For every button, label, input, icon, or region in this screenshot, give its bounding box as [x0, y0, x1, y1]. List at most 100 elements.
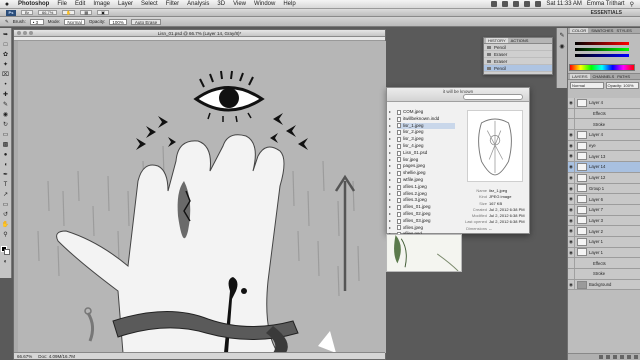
- visibility-eye-icon[interactable]: [568, 119, 575, 130]
- disclosure-triangle-icon[interactable]: ▸: [389, 211, 392, 217]
- path-select-tool-icon[interactable]: ↗: [2, 192, 10, 199]
- 3d-rotate-tool-icon[interactable]: ↺: [2, 212, 10, 219]
- file-row[interactable]: wtfile.jpeg: [397, 177, 455, 184]
- disclosure-triangle-icon[interactable]: ▸: [389, 123, 392, 129]
- menu-file[interactable]: File: [53, 1, 71, 7]
- disclosure-triangle-icon[interactable]: ▸: [389, 170, 392, 176]
- layer-row[interactable]: ◉ Layer 6: [568, 194, 640, 205]
- finder-search-input[interactable]: [463, 94, 523, 100]
- menu-window[interactable]: Window: [250, 1, 279, 7]
- file-row[interactable]: COM.jpeg: [397, 109, 455, 116]
- file-row[interactable]: lisr_1.jpeg: [397, 122, 455, 130]
- brush-size-picker[interactable]: • 3: [29, 18, 44, 25]
- zoom-dropdown[interactable]: 66.7%: [38, 10, 58, 15]
- healing-tool-icon[interactable]: ✚: [2, 92, 10, 99]
- disclosure-triangle-icon[interactable]: ▸: [389, 129, 392, 135]
- menu-analysis[interactable]: Analysis: [183, 1, 213, 7]
- blur-tool-icon[interactable]: ●: [2, 152, 10, 159]
- brush-tool-icon[interactable]: ✎: [2, 102, 10, 109]
- tab-styles[interactable]: STYLES: [616, 28, 631, 33]
- visibility-eye-icon[interactable]: ◉: [568, 98, 575, 108]
- visibility-eye-icon[interactable]: ◉: [568, 140, 575, 151]
- history-brush-icon[interactable]: ↻: [2, 122, 10, 129]
- arrange-documents-button[interactable]: ▦: [80, 10, 93, 15]
- move-tool-icon[interactable]: ➥: [2, 32, 10, 39]
- file-row[interactable]: pages.jpeg: [397, 163, 455, 170]
- history-item[interactable]: Eraser: [484, 51, 552, 58]
- visibility-eye-icon[interactable]: ◉: [568, 226, 575, 236]
- layer-row[interactable]: ◉ eye: [568, 140, 640, 152]
- layer-row[interactable]: ◉ Layer 14: [568, 162, 640, 173]
- disclosure-triangle-icon[interactable]: ▸: [389, 143, 392, 149]
- disclosure-triangle-icon[interactable]: ▸: [389, 225, 392, 231]
- clone-source-icon[interactable]: ◉: [557, 43, 567, 50]
- dodge-tool-icon[interactable]: ◖: [2, 162, 10, 169]
- app-menu[interactable]: Photoshop: [14, 1, 53, 7]
- visibility-eye-icon[interactable]: ◉: [568, 130, 575, 140]
- background-color-swatch[interactable]: [4, 249, 10, 255]
- disclosure-triangle-icon[interactable]: ▸: [389, 163, 392, 169]
- tab-layers[interactable]: LAYERS: [570, 74, 590, 79]
- dropbox-icon[interactable]: [491, 1, 498, 7]
- file-row[interactable]: lisr_3.jpeg: [397, 136, 455, 143]
- layer-row[interactable]: Effects: [568, 108, 640, 120]
- tab-actions[interactable]: ACTIONS: [511, 38, 529, 43]
- crop-tool-icon[interactable]: ⌧: [2, 72, 10, 79]
- layer-row[interactable]: Stroke: [568, 269, 640, 280]
- visibility-eye-icon[interactable]: ◉: [568, 236, 575, 247]
- disclosure-triangle-icon[interactable]: ▸: [389, 191, 392, 197]
- disclosure-triangle-icon[interactable]: ▸: [389, 157, 392, 163]
- menu-select[interactable]: Select: [137, 1, 162, 7]
- menu-layer[interactable]: Layer: [114, 1, 137, 7]
- close-icon[interactable]: [17, 31, 21, 35]
- tab-history[interactable]: HISTORY: [486, 38, 508, 43]
- doc-info[interactable]: Doc: 4.09M/16.7M: [38, 353, 75, 359]
- file-row[interactable]: xfiles_03.jpeg: [397, 218, 455, 225]
- layer-opacity-input[interactable]: Opacity: 100%: [605, 82, 639, 89]
- history-item-current[interactable]: Pencil: [484, 65, 552, 72]
- document-title-bar[interactable]: Lisn_01.psd @ 66.7% (Layer 14, Gray/8)*: [14, 30, 385, 37]
- link-layers-icon[interactable]: [599, 355, 603, 359]
- tab-color[interactable]: COLOR: [570, 28, 589, 33]
- new-layer-icon[interactable]: [627, 355, 631, 359]
- file-row[interactable]: lisr_4.jpeg: [397, 143, 455, 150]
- red-slider[interactable]: [575, 42, 629, 45]
- auto-erase-toggle[interactable]: Auto Erase: [130, 18, 162, 25]
- layer-row[interactable]: Stroke: [568, 119, 640, 131]
- type-tool-icon[interactable]: T: [2, 182, 10, 189]
- tool-preset-icon[interactable]: ✎: [5, 19, 9, 25]
- disclosure-triangle-icon[interactable]: ▸: [389, 184, 392, 190]
- layer-row[interactable]: ◉ Layer 4: [568, 130, 640, 141]
- layer-row[interactable]: ◉ Layer 1: [568, 247, 640, 259]
- file-row[interactable]: xfiles.1.jpeg: [397, 184, 455, 191]
- visibility-eye-icon[interactable]: ◉: [568, 194, 575, 204]
- disclosure-triangle-icon[interactable]: ▸: [389, 109, 392, 115]
- file-row[interactable]: xfiles_01.jpeg: [397, 204, 455, 211]
- clock[interactable]: Sat 11:33 AM: [546, 1, 582, 7]
- tab-channels[interactable]: CHANNELS: [593, 74, 615, 79]
- file-row[interactable]: xfiles.2.jpeg: [397, 191, 455, 198]
- bluetooth-icon[interactable]: [502, 1, 509, 7]
- visibility-eye-icon[interactable]: ◉: [568, 215, 575, 226]
- blend-mode-dropdown[interactable]: Normal: [570, 82, 604, 89]
- menu-image[interactable]: Image: [89, 1, 114, 7]
- zoom-status[interactable]: 66.67%: [17, 353, 32, 359]
- screen-mode-button[interactable]: ▣: [97, 10, 109, 15]
- layer-row[interactable]: ◉ Layer 1: [568, 236, 640, 248]
- green-slider[interactable]: [575, 48, 629, 51]
- battery-icon[interactable]: [535, 1, 542, 7]
- visibility-eye-icon[interactable]: [568, 269, 575, 279]
- layer-row[interactable]: ◉ Layer 12: [568, 172, 640, 184]
- quick-mask-icon[interactable]: ◐: [2, 259, 10, 266]
- quick-select-tool-icon[interactable]: ✦: [2, 62, 10, 69]
- tab-paths[interactable]: PATHS: [617, 74, 630, 79]
- gradient-tool-icon[interactable]: ▩: [2, 142, 10, 149]
- history-item[interactable]: Pencil: [484, 44, 552, 51]
- visibility-eye-icon[interactable]: ◉: [568, 172, 575, 183]
- file-row[interactable]: xfiles.3.jpeg: [397, 197, 455, 204]
- visibility-eye-icon[interactable]: ◉: [568, 279, 575, 290]
- hand-tool-icon[interactable]: ✋: [2, 222, 10, 229]
- layer-row[interactable]: ◉ Layer 13: [568, 151, 640, 163]
- workspace-switcher[interactable]: ESSENTIALS: [591, 10, 622, 16]
- hand-tool-icon[interactable]: ✋: [62, 10, 76, 15]
